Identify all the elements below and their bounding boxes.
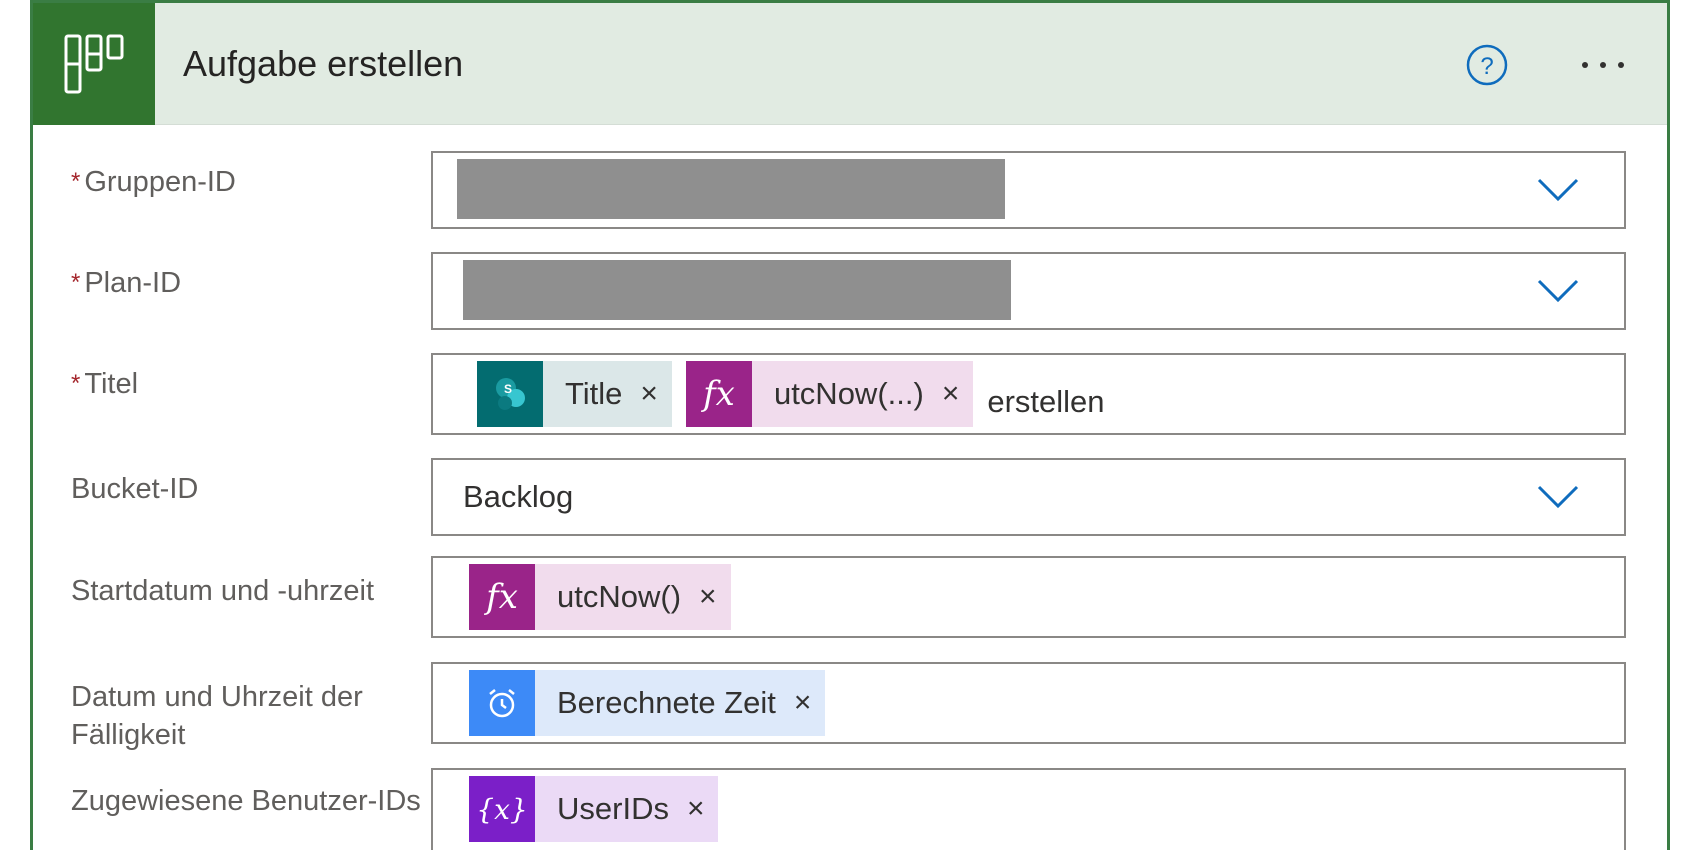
token-label: utcNow() xyxy=(557,579,682,614)
faelligkeit-input[interactable]: Berechnete Zeit × xyxy=(431,662,1626,744)
remove-token-icon[interactable]: × xyxy=(942,377,960,411)
create-task-card: Aufgabe erstellen ? * Gruppen-ID * Plan-ID xyxy=(30,0,1670,850)
token-berechnete-zeit[interactable]: Berechnete Zeit × xyxy=(469,670,826,736)
card-title: Aufgabe erstellen xyxy=(183,43,464,84)
remove-token-icon[interactable]: × xyxy=(640,377,658,411)
token-label: UserIDs xyxy=(557,791,669,826)
token-label: Berechnete Zeit xyxy=(557,685,776,720)
fx-icon: fx xyxy=(685,361,752,427)
faelligkeit-label: Datum und Uhrzeit der Fälligkeit xyxy=(71,681,363,751)
help-icon[interactable]: ? xyxy=(1463,41,1511,89)
bucket-id-label: Bucket-ID xyxy=(71,473,199,505)
benutzer-input[interactable]: {x} UserIDs × xyxy=(431,768,1626,850)
redacted-value xyxy=(463,260,1011,320)
card-header[interactable]: Aufgabe erstellen ? xyxy=(33,3,1667,125)
plan-id-dropdown[interactable] xyxy=(431,252,1626,330)
variable-icon: {x} xyxy=(469,776,535,842)
token-label: Title xyxy=(565,376,623,411)
label-text: Plan-ID xyxy=(84,267,182,299)
token-title[interactable]: S Title × xyxy=(477,361,672,427)
label-text: Titel xyxy=(84,368,139,400)
svg-text:?: ? xyxy=(1480,53,1493,80)
plan-id-label: * Plan-ID xyxy=(71,264,431,302)
gruppen-id-dropdown[interactable] xyxy=(431,151,1626,229)
chevron-down-icon[interactable] xyxy=(1536,278,1580,304)
required-marker: * xyxy=(71,269,81,296)
required-marker: * xyxy=(71,168,81,195)
titel-suffix-text: erstellen xyxy=(987,384,1105,419)
svg-text:S: S xyxy=(504,382,512,396)
titel-input[interactable]: S Title × fx utcNow(...) × erstellen xyxy=(431,353,1626,435)
dot xyxy=(1600,62,1606,68)
startdatum-input[interactable]: fx utcNow() × xyxy=(431,556,1626,638)
fx-icon: fx xyxy=(469,564,535,630)
chevron-down-icon[interactable] xyxy=(1536,484,1580,510)
token-userids[interactable]: {x} UserIDs × xyxy=(469,776,719,842)
bucket-id-dropdown[interactable]: Backlog xyxy=(431,458,1626,536)
required-marker: * xyxy=(71,370,81,397)
benutzer-label: Zugewiesene Benutzer-IDs xyxy=(71,785,421,817)
gruppen-id-label: * Gruppen-ID xyxy=(71,163,431,201)
planner-icon xyxy=(33,3,155,125)
token-label: utcNow(...) xyxy=(773,376,924,411)
bucket-id-value: Backlog xyxy=(463,479,574,514)
token-utcnow[interactable]: fx utcNow() × xyxy=(469,564,731,630)
label-text: Gruppen-ID xyxy=(84,166,236,198)
chevron-down-icon[interactable] xyxy=(1536,177,1580,203)
alarm-clock-icon xyxy=(469,670,535,736)
dot xyxy=(1618,62,1624,68)
token-utcnow-expr[interactable]: fx utcNow(...) × xyxy=(685,361,974,427)
remove-token-icon[interactable]: × xyxy=(794,686,812,720)
remove-token-icon[interactable]: × xyxy=(687,792,705,826)
remove-token-icon[interactable]: × xyxy=(699,580,717,614)
more-options-icon[interactable] xyxy=(1568,43,1638,87)
dot xyxy=(1582,62,1588,68)
redacted-value xyxy=(457,159,1005,219)
titel-label: * Titel xyxy=(71,365,431,403)
sharepoint-icon: S xyxy=(477,361,543,427)
startdatum-label: Startdatum und -uhrzeit xyxy=(71,575,375,607)
